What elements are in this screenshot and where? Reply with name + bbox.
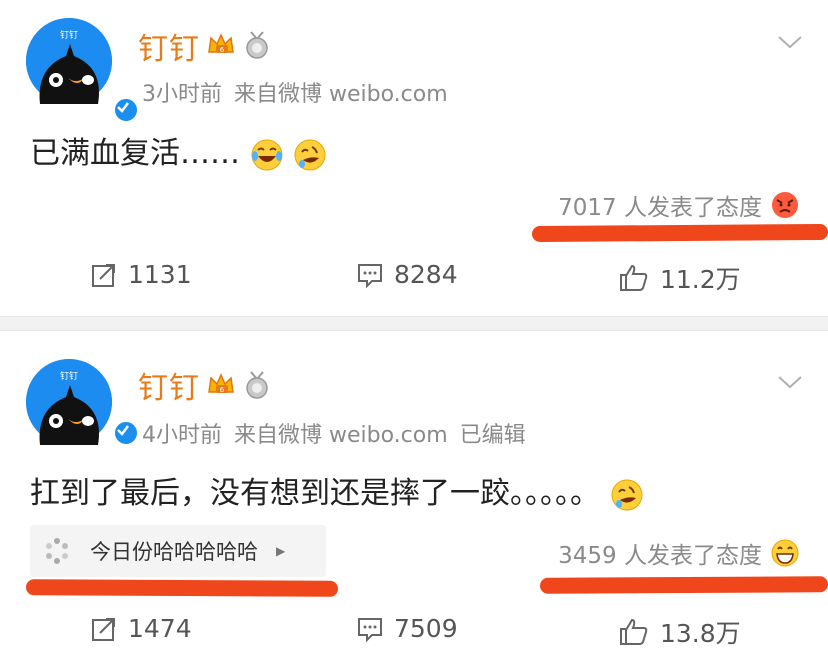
repost-button[interactable]: 1474 [90,614,192,643]
like-button[interactable]: 13.8万 [618,614,741,650]
comment-count: 7509 [394,614,458,643]
post-divider [0,316,828,331]
highlight-underline [539,576,828,594]
rolling-laugh-emoji-icon [611,479,643,510]
post-text-body: 扛到了最后，没有想到还是摔了一跤。。。。。 [30,476,600,511]
post-meta: 3小时前 来自微博 weibo.com [142,76,460,108]
chevron-down-icon[interactable] [776,32,804,52]
attitude-count: 7017 人发表了态度 [558,195,762,221]
comment-button[interactable]: 7509 [356,614,458,643]
author-name[interactable]: 钉钉 [138,363,200,407]
like-count: 13.8万 [660,619,741,648]
repost-icon [92,263,115,287]
vip-crown-icon[interactable]: 6 [206,370,236,400]
post-text: 已满血复活…… [30,128,327,172]
edited-label[interactable]: 已编辑 [460,423,526,448]
vip-crown-icon[interactable]: 6 [206,30,236,60]
highlight-underline [25,579,339,597]
attitude-summary[interactable]: 7017 人发表了态度 [558,188,800,222]
loading-spinner-icon [46,538,68,564]
post-time: 3小时前 [142,82,222,107]
highlight-underline [531,223,828,243]
repost-icon [92,617,115,641]
chevron-down-icon[interactable] [776,372,804,392]
avatar[interactable]: 钉钉 [26,18,140,124]
repost-count: 1474 [128,614,192,643]
chevron-right-icon: ▶ [276,544,286,558]
like-count: 11.2万 [660,265,741,294]
post-actions: 1131 8284 11.2万 [0,260,828,300]
post-text: 扛到了最后，没有想到还是摔了一跤。。。。。 [30,468,644,512]
comment-icon [358,263,382,288]
grin-emoji-icon [771,539,799,567]
rolling-laugh-emoji-icon [294,139,326,170]
repost-button[interactable]: 1131 [90,260,192,289]
like-button[interactable]: 11.2万 [618,260,741,296]
post-actions: 1474 7509 13.8万 [0,614,828,653]
author-name[interactable]: 钉钉 [138,24,200,68]
avatar-logo-text: 钉钉 [60,30,78,41]
avatar-logo-text: 钉钉 [60,371,78,382]
thumbs-up-icon [620,264,648,291]
post-time: 4小时前 [142,423,222,448]
comment-icon [358,617,382,642]
repost-count: 1131 [128,260,192,289]
verified-icon [112,419,140,447]
verified-icon [112,96,140,124]
laugh-cry-emoji-icon [251,139,283,170]
angry-emoji-icon [772,192,798,218]
post-meta: 4小时前 来自微博 weibo.com 已编辑 [142,417,538,449]
avatar[interactable]: 钉钉 [26,359,140,447]
svg-text:6: 6 [220,46,225,54]
topic-chip[interactable]: 今日份哈哈哈哈哈 ▶ [30,525,326,577]
comment-button[interactable]: 8284 [356,260,458,289]
attitude-count: 3459 人发表了态度 [558,543,762,569]
medal-icon[interactable] [242,30,272,60]
topic-label: 今日份哈哈哈哈哈 [90,540,258,564]
attitude-summary[interactable]: 3459 人发表了态度 [558,536,800,570]
post-source[interactable]: 来自微博 weibo.com [234,82,448,107]
svg-text:6: 6 [220,386,225,394]
thumbs-up-icon [620,618,648,645]
medal-icon[interactable] [242,370,272,400]
post-text-body: 已满血复活…… [30,136,240,171]
comment-count: 8284 [394,260,458,289]
post-source[interactable]: 来自微博 weibo.com [234,423,448,448]
